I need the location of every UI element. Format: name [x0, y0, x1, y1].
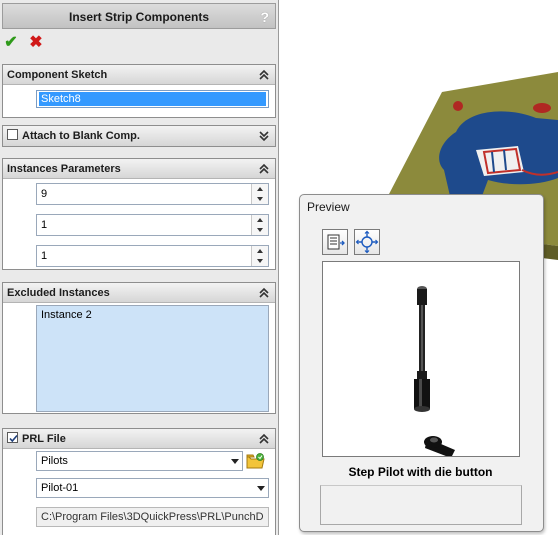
collapse-icon[interactable] [258, 283, 270, 303]
spin-down-icon[interactable] [252, 194, 268, 204]
component-sketch-value: Sketch8 [39, 92, 266, 106]
prl-category-select[interactable]: Pilots [36, 451, 243, 471]
prl-file-checkbox[interactable] [7, 432, 18, 443]
excluded-instances-label: Excluded Instances [7, 287, 110, 299]
chevron-down-icon[interactable] [230, 457, 240, 465]
component-sketch-field[interactable]: Sketch8 [36, 90, 269, 108]
preview-image [322, 261, 520, 457]
preview-caption: Step Pilot with die button [348, 465, 493, 479]
instances-parameters-label: Instances Parameters [7, 163, 121, 175]
spinner-buttons [251, 246, 268, 266]
zoom-fit-icon [355, 230, 379, 254]
spin-up-icon[interactable] [252, 215, 268, 225]
instance-count-value: 9 [41, 188, 48, 200]
instance-start-value: 1 [41, 250, 48, 262]
spin-up-icon[interactable] [252, 246, 268, 256]
attach-blank-group: Attach to Blank Comp. [2, 125, 276, 147]
preview-window: Preview Step Pilot with die button [299, 194, 544, 532]
prl-path-field[interactable]: C:\Program Files\3DQuickPress\PRL\PunchD [36, 507, 269, 527]
chevron-down-icon[interactable] [256, 484, 266, 492]
excluded-instances-list[interactable]: Instance 2 [36, 305, 269, 412]
preview-list-view-button[interactable] [322, 229, 348, 255]
preview-bottom-pane [320, 485, 522, 525]
instance-spacing-value: 1 [41, 219, 48, 231]
attach-blank-header[interactable]: Attach to Blank Comp. [3, 126, 275, 146]
component-sketch-group: Component Sketch Sketch8 [2, 64, 276, 118]
ok-button[interactable]: ✔ [2, 34, 20, 52]
list-item[interactable]: Instance 2 [41, 309, 92, 321]
instance-count-spinner[interactable]: 9 [36, 183, 269, 205]
instances-parameters-header[interactable]: Instances Parameters [3, 159, 275, 179]
prl-file-header[interactable]: PRL File [3, 429, 275, 449]
expand-icon[interactable] [258, 126, 270, 146]
excluded-instances-header[interactable]: Excluded Instances [3, 283, 275, 303]
step-pilot-graphic [414, 286, 455, 456]
spinner-buttons [251, 215, 268, 235]
help-icon[interactable]: ? [260, 4, 269, 30]
spin-down-icon[interactable] [252, 256, 268, 266]
component-sketch-label: Component Sketch [7, 69, 108, 81]
prl-category-value: Pilots [41, 455, 68, 467]
instance-spacing-spinner[interactable]: 1 [36, 214, 269, 236]
spin-up-icon[interactable] [252, 184, 268, 194]
spinner-buttons [251, 184, 268, 204]
cancel-button[interactable]: ✖ [27, 34, 45, 52]
preview-zoom-fit-button[interactable] [354, 229, 380, 255]
excluded-instances-group: Excluded Instances Instance 2 [2, 282, 276, 414]
property-manager: Insert Strip Components ? ✔ ✖ Component … [0, 0, 279, 535]
preview-title: Preview [307, 200, 350, 214]
folder-icon[interactable] [246, 452, 266, 470]
spin-down-icon[interactable] [252, 225, 268, 235]
collapse-icon[interactable] [258, 429, 270, 449]
prl-file-label: PRL File [22, 433, 66, 445]
component-sketch-header[interactable]: Component Sketch [3, 65, 275, 85]
prl-item-select[interactable]: Pilot-01 [36, 478, 269, 498]
list-view-icon [327, 234, 345, 250]
collapse-icon[interactable] [258, 159, 270, 179]
panel-title-text: Insert Strip Components [68, 10, 209, 24]
prl-file-group: PRL File Pilots Pilot-01 C:\Program File… [2, 428, 276, 535]
instance-start-spinner[interactable]: 1 [36, 245, 269, 267]
collapse-icon[interactable] [258, 65, 270, 85]
attach-blank-checkbox[interactable] [7, 129, 18, 140]
prl-item-value: Pilot-01 [41, 482, 79, 494]
attach-blank-label: Attach to Blank Comp. [22, 130, 140, 142]
instances-parameters-group: Instances Parameters 9 1 1 [2, 158, 276, 270]
panel-title: Insert Strip Components ? [2, 3, 276, 29]
